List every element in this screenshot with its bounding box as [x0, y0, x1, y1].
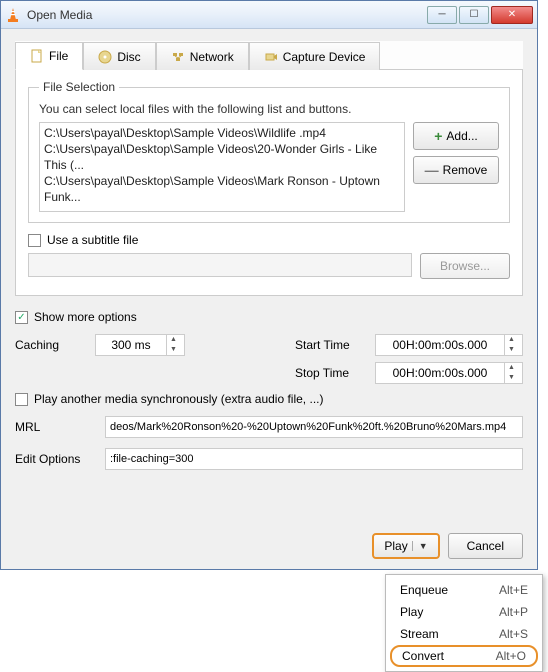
remove-label: Remove [443, 163, 488, 177]
menu-label: Play [400, 605, 499, 619]
tab-file[interactable]: File [15, 42, 83, 70]
spin-down-icon[interactable]: ▼ [167, 345, 180, 355]
caching-input[interactable]: 300 ms ▲▼ [95, 334, 185, 356]
menu-label: Convert [402, 649, 496, 663]
file-list[interactable]: C:\Users\payal\Desktop\Sample Videos\Wil… [39, 122, 405, 212]
sync-checkbox[interactable] [15, 393, 28, 406]
tab-panel-file: File Selection You can select local file… [15, 70, 523, 296]
caching-value: 300 ms [100, 338, 162, 352]
browse-button: Browse... [420, 253, 510, 279]
plus-icon: + [434, 128, 442, 144]
network-icon [171, 50, 185, 64]
menu-shortcut: Alt+O [496, 649, 526, 663]
minus-icon: — [425, 162, 439, 178]
close-button[interactable]: ✕ [491, 6, 533, 24]
start-time-input[interactable]: 00H:00m:00s.000 ▲▼ [375, 334, 523, 356]
add-label: Add... [446, 129, 477, 143]
cancel-label: Cancel [467, 539, 504, 553]
show-more-label: Show more options [34, 310, 137, 324]
file-list-item[interactable]: C:\Users\payal\Desktop\Sample Videos\Wil… [44, 125, 400, 141]
tab-network-label: Network [190, 50, 234, 64]
spin-up-icon[interactable]: ▲ [167, 335, 180, 345]
file-selection-hint: You can select local files with the foll… [39, 102, 499, 116]
menu-shortcut: Alt+S [499, 627, 528, 641]
play-label: Play [384, 539, 407, 553]
tabs: File Disc Network Capture Device [15, 41, 523, 70]
play-split-button[interactable]: Play ▼ [372, 533, 439, 559]
file-list-item[interactable]: C:\Users\payal\Desktop\Sample Videos\Mar… [44, 173, 400, 205]
mrl-value: deos/Mark%20Ronson%20-%20Uptown%20Funk%2… [110, 421, 506, 433]
start-time-value: 00H:00m:00s.000 [380, 338, 500, 352]
capture-icon [264, 50, 278, 64]
menu-item-enqueue[interactable]: Enqueue Alt+E [386, 579, 542, 601]
tab-file-label: File [49, 49, 68, 63]
stop-time-value: 00H:00m:00s.000 [380, 366, 500, 380]
menu-label: Enqueue [400, 583, 499, 597]
tab-network[interactable]: Network [156, 42, 249, 70]
tab-capture[interactable]: Capture Device [249, 42, 381, 70]
subtitle-checkbox[interactable] [28, 234, 41, 247]
open-media-window: Open Media ─ ☐ ✕ File Disc Network Captu… [0, 0, 538, 570]
menu-label: Stream [400, 627, 499, 641]
tab-disc[interactable]: Disc [83, 42, 155, 70]
subtitle-path-input [28, 253, 412, 277]
spin-up-icon[interactable]: ▲ [505, 363, 518, 373]
edit-options-value: :file-caching=300 [110, 453, 193, 465]
file-icon [30, 49, 44, 63]
browse-label: Browse... [440, 259, 490, 273]
play-dropdown-menu: Enqueue Alt+E Play Alt+P Stream Alt+S Co… [385, 574, 543, 672]
stop-time-label: Stop Time [295, 366, 365, 380]
mrl-label: MRL [15, 420, 95, 434]
file-selection-legend: File Selection [39, 80, 119, 94]
sync-label: Play another media synchronously (extra … [34, 392, 323, 406]
edit-options-label: Edit Options [15, 452, 95, 466]
edit-options-input[interactable]: :file-caching=300 [105, 448, 523, 470]
minimize-button[interactable]: ─ [427, 6, 457, 24]
maximize-button[interactable]: ☐ [459, 6, 489, 24]
menu-shortcut: Alt+P [499, 605, 528, 619]
menu-item-play[interactable]: Play Alt+P [386, 601, 542, 623]
mrl-input[interactable]: deos/Mark%20Ronson%20-%20Uptown%20Funk%2… [105, 416, 523, 438]
tab-capture-label: Capture Device [283, 50, 366, 64]
menu-item-stream[interactable]: Stream Alt+S [386, 623, 542, 645]
chevron-down-icon[interactable]: ▼ [412, 541, 428, 551]
file-selection-group: File Selection You can select local file… [28, 80, 510, 223]
tab-disc-label: Disc [117, 50, 140, 64]
file-list-item[interactable]: C:\Users\payal\Desktop\Sample Videos\20-… [44, 141, 400, 173]
spin-down-icon[interactable]: ▼ [505, 345, 518, 355]
remove-button[interactable]: — Remove [413, 156, 499, 184]
vlc-cone-icon [5, 7, 21, 23]
show-more-checkbox[interactable]: ✓ [15, 311, 28, 324]
stop-time-input[interactable]: 00H:00m:00s.000 ▲▼ [375, 362, 523, 384]
caching-label: Caching [15, 338, 95, 352]
start-time-label: Start Time [295, 338, 365, 352]
menu-shortcut: Alt+E [499, 583, 528, 597]
disc-icon [98, 50, 112, 64]
titlebar: Open Media ─ ☐ ✕ [1, 1, 537, 29]
add-button[interactable]: + Add... [413, 122, 499, 150]
spin-up-icon[interactable]: ▲ [505, 335, 518, 345]
cancel-button[interactable]: Cancel [448, 533, 523, 559]
menu-item-convert[interactable]: Convert Alt+O [390, 645, 538, 667]
spin-down-icon[interactable]: ▼ [505, 373, 518, 383]
subtitle-label: Use a subtitle file [47, 233, 138, 247]
window-title: Open Media [27, 8, 425, 22]
